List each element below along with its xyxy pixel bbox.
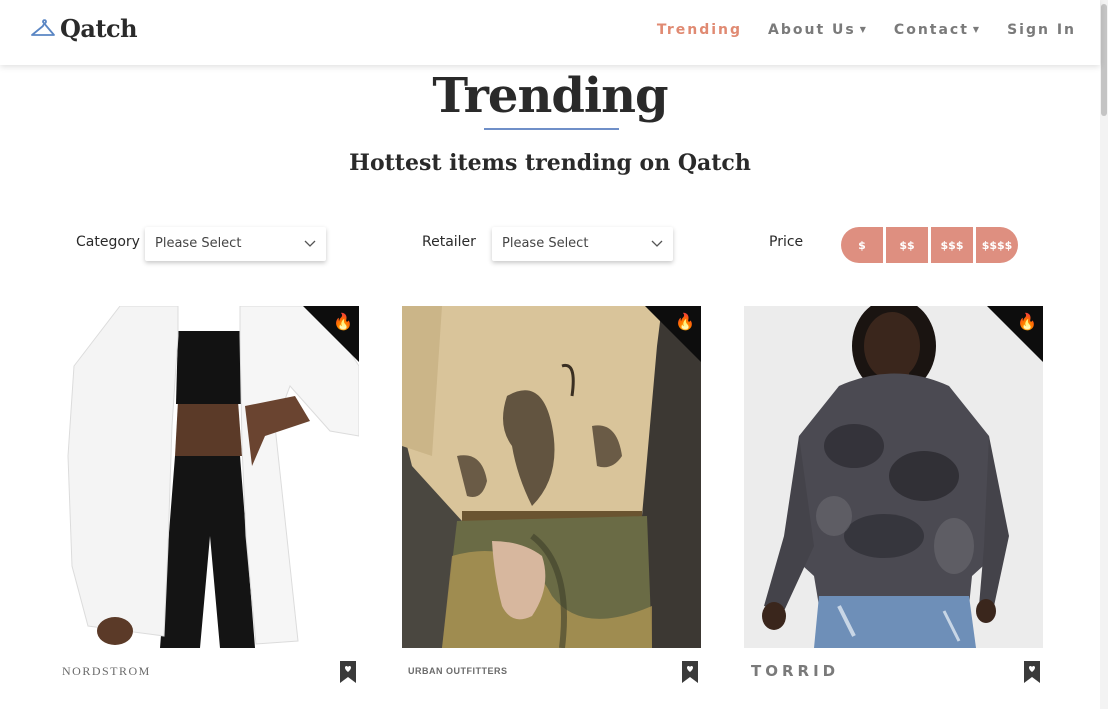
card-footer: NORDSTROM	[60, 648, 359, 698]
fire-icon: 🔥	[1017, 314, 1037, 331]
bookmark-heart-icon[interactable]	[339, 660, 357, 684]
price-option-4[interactable]: $$$$	[976, 227, 1018, 263]
price-option-3[interactable]: $$$	[931, 227, 973, 263]
retailer-logo[interactable]: NORDSTROM	[62, 664, 151, 679]
category-select[interactable]: Please Select	[145, 227, 326, 261]
nav-trending-label: Trending	[656, 22, 743, 38]
category-label: Category	[76, 234, 140, 250]
product-card: 🔥 URBAN OUTFITTERS	[402, 306, 701, 698]
retailer-logo[interactable]: TORRID	[751, 662, 839, 680]
price-option-2[interactable]: $$	[886, 227, 928, 263]
product-image[interactable]: 🔥	[60, 306, 359, 648]
card-footer: TORRID	[744, 648, 1043, 698]
chevron-down-icon	[304, 240, 316, 247]
price-option-1[interactable]: $	[841, 227, 883, 263]
vertical-scrollbar[interactable]	[1100, 0, 1108, 709]
nav-contact-label: Contact	[893, 22, 969, 38]
fire-icon: 🔥	[675, 314, 695, 331]
retailer-logo[interactable]: URBAN OUTFITTERS	[408, 666, 508, 676]
top-navbar: Qatch Trending About Us ▼ Contact ▼ Sign…	[0, 0, 1100, 65]
hanger-icon	[31, 18, 55, 36]
fire-icon: 🔥	[333, 314, 353, 331]
page-title: Trending	[432, 68, 668, 124]
caret-down-icon: ▼	[859, 24, 868, 34]
retailer-select[interactable]: Please Select	[492, 227, 673, 261]
nav-trending[interactable]: Trending	[657, 22, 742, 38]
nav-sign-in-label: Sign In	[1007, 22, 1076, 38]
nav-contact[interactable]: Contact ▼	[894, 22, 981, 38]
nav-about-us[interactable]: About Us ▼	[768, 22, 868, 38]
product-image[interactable]: 🔥	[402, 306, 701, 648]
card-footer: URBAN OUTFITTERS	[402, 648, 701, 698]
product-image[interactable]: 🔥	[744, 306, 1043, 648]
trending-badge: 🔥	[303, 306, 359, 362]
trending-badge: 🔥	[987, 306, 1043, 362]
brand-name: Qatch	[60, 14, 138, 43]
chevron-down-icon	[651, 240, 663, 247]
product-card: 🔥 NORDSTROM	[60, 306, 359, 698]
brand-logo[interactable]: Qatch	[30, 14, 138, 43]
retailer-label: Retailer	[422, 234, 476, 250]
page-subtitle: Hottest items trending on Qatch	[349, 150, 751, 176]
caret-down-icon: ▼	[972, 24, 982, 34]
bookmark-heart-icon[interactable]	[681, 660, 699, 684]
category-select-value: Please Select	[155, 236, 242, 251]
trending-badge: 🔥	[645, 306, 701, 362]
price-label: Price	[769, 234, 804, 250]
nav-sign-in[interactable]: Sign In	[1007, 22, 1076, 38]
bookmark-heart-icon[interactable]	[1023, 660, 1041, 684]
scrollbar-thumb[interactable]	[1101, 4, 1107, 116]
nav-about-us-label: About Us	[768, 22, 856, 38]
title-underline	[484, 128, 619, 130]
main-nav: Trending About Us ▼ Contact ▼ Sign In	[657, 22, 1076, 38]
price-button-group: $ $$ $$$ $$$$	[841, 227, 1018, 263]
product-card: 🔥 TORRID	[744, 306, 1043, 698]
retailer-select-value: Please Select	[502, 236, 589, 251]
